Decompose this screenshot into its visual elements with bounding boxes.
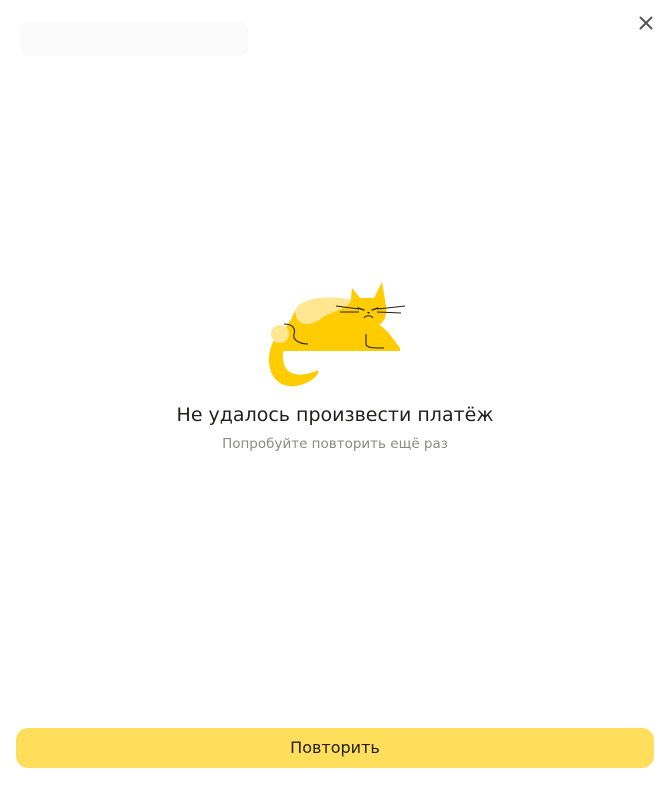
close-button[interactable] [634, 11, 658, 35]
header-placeholder [20, 22, 248, 56]
error-subtitle: Попробуйте повторить ещё раз [222, 436, 448, 452]
close-icon [639, 16, 653, 30]
retry-button[interactable]: Повторить [16, 728, 654, 768]
sad-cat-illustration [268, 282, 406, 387]
error-title: Не удалось произвести платёж [176, 404, 494, 426]
